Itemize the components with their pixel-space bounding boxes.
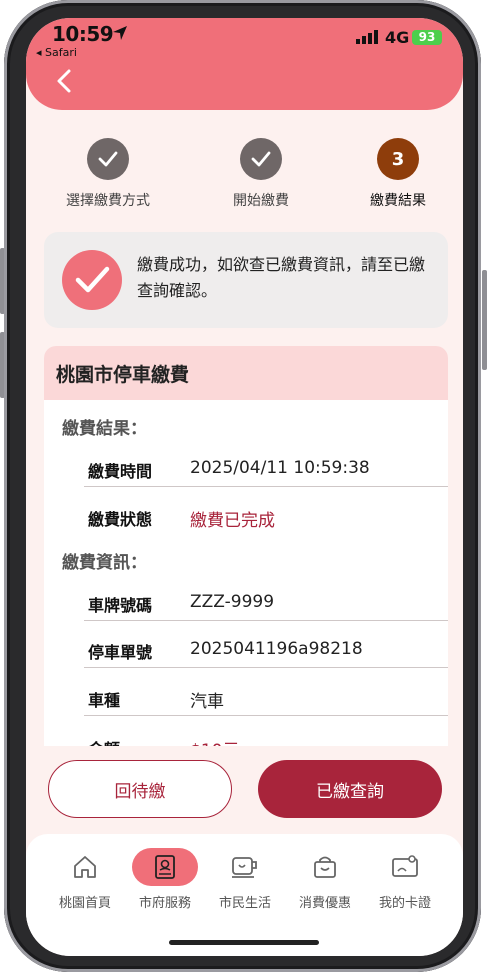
divider (84, 715, 448, 716)
row-label: 停車單號 (88, 643, 153, 662)
bottom-tab-bar: 桃園首頁 市府服務 市民生活 消費優惠 我的卡證 (26, 834, 463, 956)
status-bar: 10:59 ◂ Safari 4G 93 (26, 20, 463, 59)
status-time: 10:59 (52, 22, 114, 46)
payment-card: 桃園市停車繳費 繳費結果： 繳費時間 2025/04/11 10:59:38 繳… (44, 346, 448, 766)
phone-frame: 10:59 ◂ Safari 4G 93 選擇繳費方式 開始繳費 3 繳費結果 … (4, 0, 481, 972)
row-value: ZZZ-9999 (190, 592, 275, 612)
section-title-info: 繳費資訊： (62, 553, 147, 573)
back-app-label: Safari (45, 46, 77, 59)
battery-indicator: 93 (412, 30, 442, 45)
success-notice: 繳費成功，如欲查已繳費資訊，請至已繳查詢確認。 (44, 232, 448, 328)
action-bar: 回待繳 已繳查詢 (26, 746, 463, 834)
tab-label: 市民生活 (218, 896, 271, 911)
shopping-bag-icon (292, 848, 358, 886)
step-label: 開始繳費 (233, 193, 289, 209)
paid-query-button[interactable]: 已繳查詢 (258, 760, 442, 818)
notice-text: 繳費成功，如欲查已繳費資訊，請至已繳查詢確認。 (137, 255, 426, 300)
row-payment-status: 繳費狀態 繳費已完成 (88, 494, 448, 542)
location-arrow-icon (113, 26, 127, 40)
row-value: 繳費已完成 (190, 511, 275, 531)
card-header: 桃園市停車繳費 (44, 346, 448, 400)
step-choose-method: 選擇繳費方式 (38, 138, 178, 210)
network-type: 4G (385, 28, 410, 47)
tab-label: 消費優惠 (298, 896, 351, 911)
card-icon (372, 848, 438, 886)
home-indicator[interactable] (169, 940, 319, 945)
signal-icon (356, 30, 378, 44)
step-payment-result: 3 繳費結果 (328, 138, 463, 210)
check-icon (87, 138, 129, 180)
back-to-pending-button[interactable]: 回待繳 (48, 760, 232, 818)
row-value: 2025/04/11 10:59:38 (190, 458, 370, 478)
tab-label: 市府服務 (138, 896, 191, 911)
tab-deals[interactable]: 消費優惠 (286, 848, 364, 911)
screen: 10:59 ◂ Safari 4G 93 選擇繳費方式 開始繳費 3 繳費結果 … (26, 18, 463, 956)
success-check-icon (62, 250, 122, 310)
home-icon (52, 848, 118, 886)
section-title-result: 繳費結果： (62, 419, 147, 439)
row-label: 車種 (88, 691, 121, 710)
divider (84, 620, 448, 621)
step-label: 選擇繳費方式 (66, 193, 150, 209)
back-arrow-icon[interactable] (52, 68, 76, 94)
tab-home[interactable]: 桃園首頁 (46, 848, 124, 911)
tab-city-service[interactable]: 市府服務 (126, 848, 204, 911)
step-number: 3 (377, 138, 419, 180)
step-label: 繳費結果 (370, 193, 426, 209)
city-service-icon (132, 848, 198, 886)
step-start-payment: 開始繳費 (191, 138, 331, 210)
cup-icon (212, 848, 278, 886)
row-label: 繳費時間 (88, 462, 153, 481)
tab-citizen-life[interactable]: 市民生活 (206, 848, 284, 911)
back-to-safari[interactable]: ◂ Safari (36, 46, 77, 59)
row-value: 2025041196a98218 (190, 639, 363, 659)
row-label: 繳費狀態 (88, 510, 153, 529)
tab-label: 桃園首頁 (58, 896, 111, 911)
tab-label: 我的卡證 (378, 896, 431, 911)
card-title: 桃園市停車繳費 (56, 364, 190, 386)
divider (84, 667, 448, 668)
tab-my-cards[interactable]: 我的卡證 (366, 848, 444, 911)
check-icon (240, 138, 282, 180)
row-label: 車牌號碼 (88, 596, 153, 615)
phone-side-button (482, 270, 487, 370)
divider (84, 486, 448, 487)
row-value: 汽車 (190, 692, 224, 712)
